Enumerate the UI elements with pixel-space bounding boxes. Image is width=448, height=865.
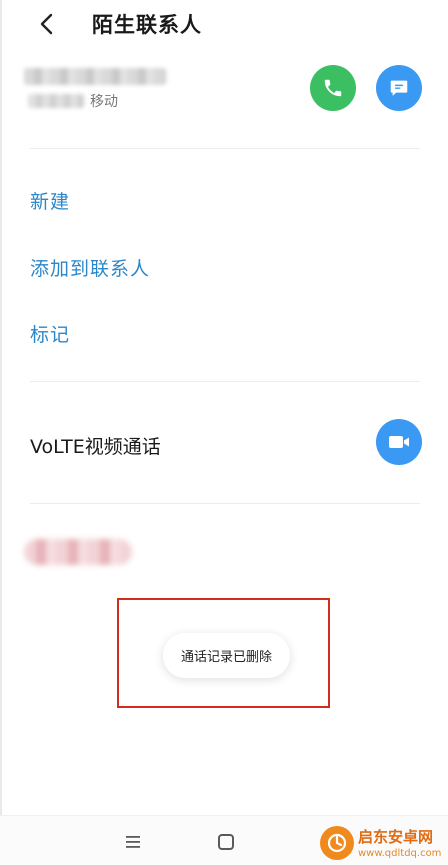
- menu-icon: [126, 836, 140, 848]
- divider: [30, 148, 420, 149]
- video-call-button[interactable]: [376, 419, 422, 465]
- call-button[interactable]: [310, 65, 356, 111]
- watermark-url: www.qdltdq.com: [358, 848, 442, 859]
- mark-action[interactable]: 标记: [30, 320, 70, 347]
- video-camera-icon: [389, 436, 409, 448]
- left-edge: [0, 0, 2, 865]
- chevron-left-icon: [40, 13, 53, 35]
- blurred-call-history: [24, 539, 132, 565]
- page-title: 陌生联系人: [92, 13, 202, 37]
- new-contact-action[interactable]: 新建: [30, 187, 70, 214]
- watermark-logo-icon: [320, 826, 354, 860]
- watermark-title: 启东安卓网: [358, 828, 434, 846]
- contact-info: 移动: [0, 58, 448, 128]
- header: 陌生联系人: [0, 0, 448, 48]
- message-button[interactable]: [376, 65, 422, 111]
- divider: [30, 381, 420, 382]
- blurred-location: [28, 94, 84, 108]
- home-square-icon[interactable]: [218, 834, 234, 850]
- divider: [30, 503, 420, 504]
- menu-button[interactable]: [122, 833, 144, 851]
- add-to-contacts-action[interactable]: 添加到联系人: [30, 254, 150, 281]
- carrier-label: 移动: [90, 94, 118, 110]
- blurred-phone-number: [24, 68, 166, 85]
- toast-message: 通话记录已删除: [163, 633, 290, 678]
- back-button[interactable]: [30, 6, 64, 42]
- site-watermark: 启东安卓网 www.qdltdq.com: [316, 820, 448, 865]
- message-icon: [390, 80, 408, 96]
- phone-icon: [324, 79, 342, 97]
- volte-video-call-label[interactable]: VoLTE视频通话: [30, 432, 161, 459]
